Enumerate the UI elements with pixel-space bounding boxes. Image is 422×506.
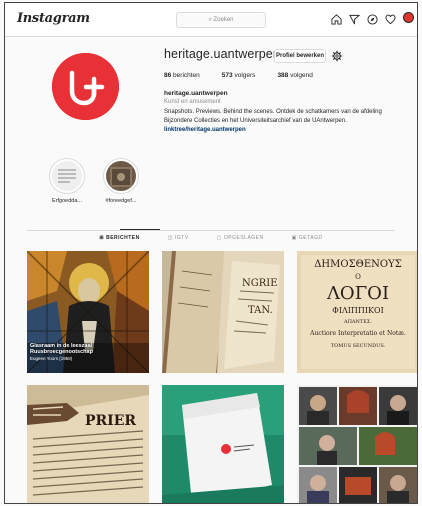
post3-text-4: ΦΙΛΙΠΠΙΚΟΙ: [332, 306, 383, 315]
post-tile[interactable]: Glasraam in de leeszaal Ruusbroecgenoots…: [27, 251, 149, 373]
highlight-label: #foreedgef...: [105, 198, 137, 204]
grid-icon: ⊞: [99, 235, 105, 241]
post-subcaption: Eugeen Yoors (1958): [30, 356, 73, 361]
profile-tabs: ⊞ BERICHTEN ◫ IGTV ▢ OPGESLAGEN ▣ GETAGD: [5, 235, 417, 241]
highlight-thumbnail: [52, 161, 82, 191]
post3-text-1: ΔΗΜΟΣΘΕΝΟΥΣ: [314, 259, 402, 270]
tag-icon: ▣: [291, 235, 297, 241]
profile-link[interactable]: linktree/heritage.uantwerpen: [164, 127, 246, 133]
tab-tagged[interactable]: ▣ GETAGD: [292, 235, 323, 241]
post2-text-1: NGRIE: [242, 278, 278, 289]
post3-text-6: Auctiore Interpretatio et Notæ.: [309, 330, 406, 337]
post4-text-1: PRIER: [85, 413, 136, 429]
profile-fullname: heritage.uantwerpen: [164, 90, 228, 97]
uantwerpen-mark-icon: [221, 444, 231, 454]
instagram-window: Instagram ⌕ Zoeken heritage.uantwerpen P…: [4, 2, 418, 504]
highlight-item[interactable]: #foreedgef...: [96, 158, 146, 204]
post-tile[interactable]: NGRIE TAN.: [162, 251, 284, 373]
explore-icon[interactable]: [367, 12, 378, 25]
tabs-divider: [27, 230, 395, 231]
post-image: ΔΗΜΟΣΘΕΝΟΥΣ Ο ΛΟΓΟΙ ΦΙΛΙΠΠΙΚΟΙ ΑΠΑΝΤΕΣ. …: [297, 251, 417, 373]
highlight-ring: [103, 158, 139, 194]
bookmark-icon: ▢: [216, 235, 222, 241]
post-image: PRIER: [27, 385, 149, 503]
post-tile[interactable]: PRIER: [27, 385, 149, 503]
search-input[interactable]: ⌕ Zoeken: [176, 12, 266, 28]
post-tile[interactable]: ΔΗΜΟΣΘΕΝΟΥΣ Ο ΛΟΓΟΙ ΦΙΛΙΠΠΙΚΟΙ ΑΠΑΝΤΕΣ. …: [297, 251, 417, 373]
top-nav: Instagram ⌕ Zoeken: [5, 3, 417, 37]
post3-text-2: Ο: [355, 273, 361, 281]
following-count[interactable]: 388 volgend: [277, 72, 312, 79]
highlight-label: Erfgoedda...: [52, 198, 82, 204]
profile-avatar[interactable]: [52, 53, 119, 120]
igtv-icon: ◫: [167, 235, 173, 241]
followers-count[interactable]: 573 volgers: [222, 72, 256, 79]
posts-count: 86 berichten: [164, 72, 200, 79]
post-tile[interactable]: [162, 385, 284, 503]
direct-icon[interactable]: [349, 12, 361, 25]
nav-icons: [331, 12, 414, 25]
post3-text-5: ΑΠΑΝΤΕΣ.: [343, 319, 372, 325]
post2-text-2: TAN.: [248, 305, 273, 316]
uantwerpen-logo-icon: [52, 53, 119, 120]
active-tab-indicator: [120, 229, 160, 230]
profile-username: heritage.uantwerpen: [164, 47, 280, 61]
profile-avatar-icon[interactable]: [403, 12, 414, 23]
tab-saved[interactable]: ▢ OPGESLAGEN: [217, 235, 264, 241]
home-icon[interactable]: [331, 12, 342, 25]
post-image: [297, 385, 417, 503]
post-image: [162, 385, 284, 503]
post-caption: Glasraam in de leeszaal Ruusbroecgenoots…: [30, 343, 93, 355]
post-tile[interactable]: [297, 385, 417, 503]
highlight-item[interactable]: Erfgoedda...: [42, 158, 92, 204]
post-image: NGRIE TAN.: [162, 251, 284, 373]
gear-icon[interactable]: [331, 49, 343, 62]
profile-bio: Snapshots. Previews. Behind the scenes. …: [164, 109, 382, 124]
instagram-logo[interactable]: Instagram: [17, 11, 90, 26]
profile-stats: 86 berichten 573 volgers 388 volgend: [164, 72, 313, 79]
edit-profile-button[interactable]: Profiel bewerken: [274, 49, 326, 63]
profile-category: Kunst en amusement: [164, 99, 221, 105]
tab-posts[interactable]: ⊞ BERICHTEN: [99, 235, 139, 241]
search-placeholder: Zoeken: [213, 17, 234, 23]
highlight-ring: [49, 158, 85, 194]
post3-text-7: TOMUS SECUNDUS.: [331, 343, 386, 349]
highlight-thumbnail: [106, 161, 136, 191]
tab-igtv[interactable]: ◫ IGTV: [168, 235, 189, 241]
post3-text-3: ΛΟΓΟΙ: [326, 283, 389, 304]
activity-icon[interactable]: [385, 12, 396, 25]
